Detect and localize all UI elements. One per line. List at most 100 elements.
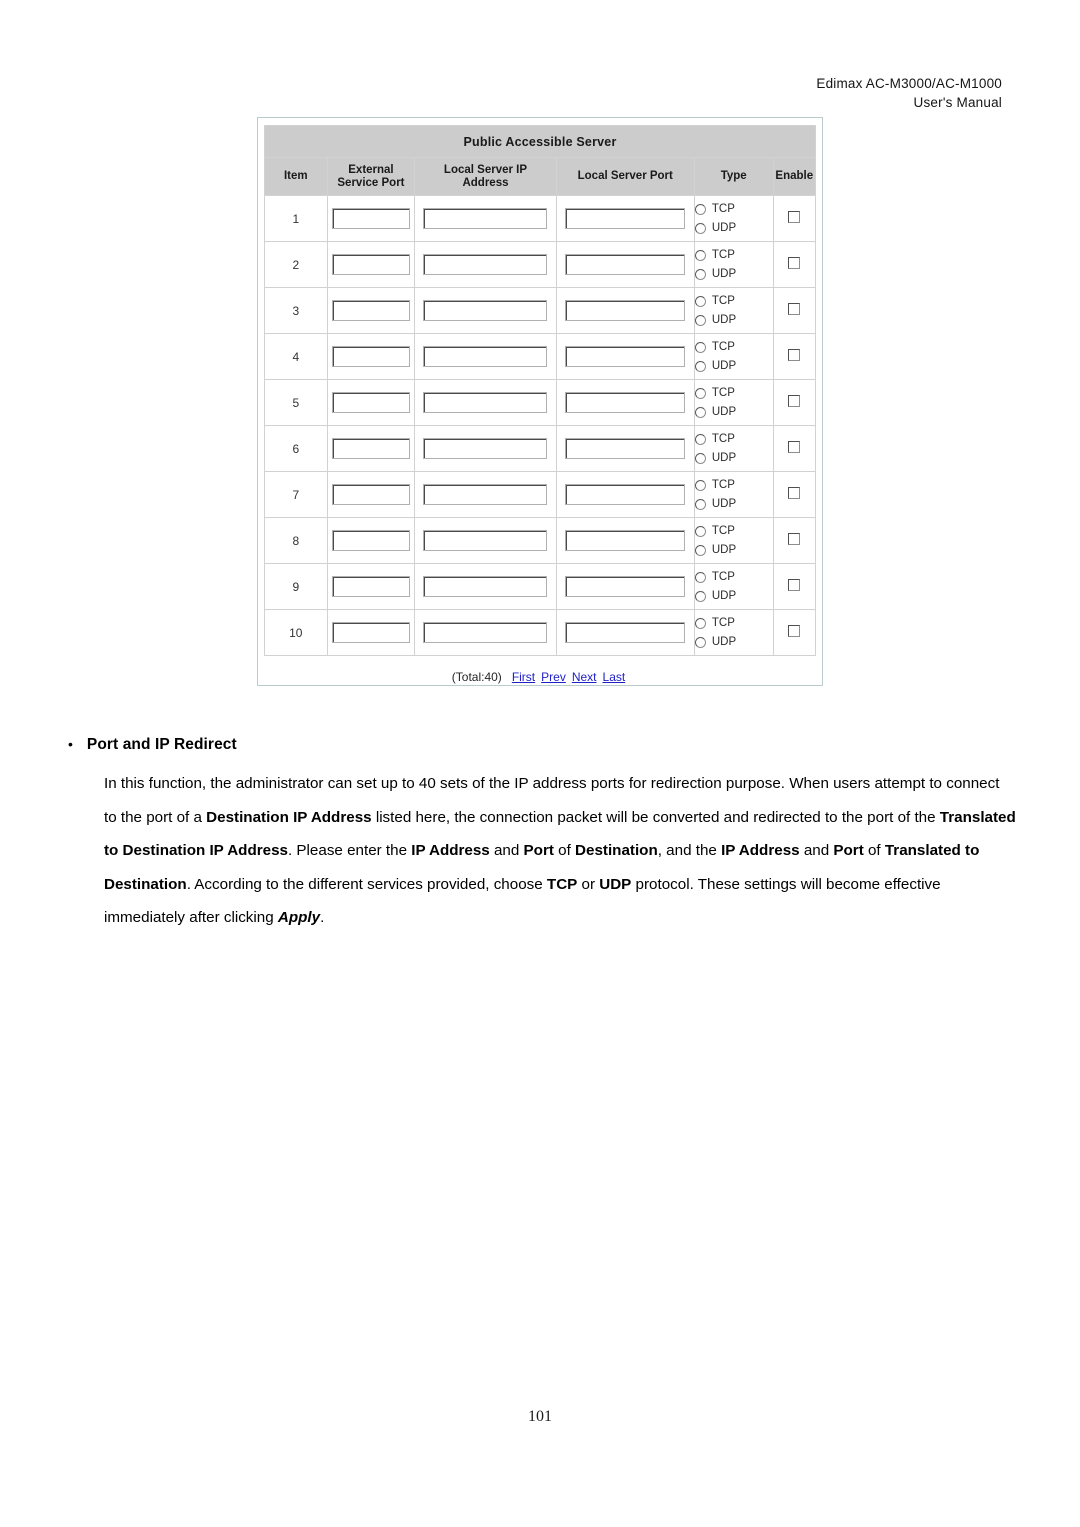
local-server-ip-input[interactable] bbox=[423, 208, 548, 229]
external-service-port-input[interactable] bbox=[331, 484, 410, 505]
cell-local-server-ip bbox=[414, 333, 557, 380]
enable-checkbox[interactable] bbox=[788, 441, 801, 453]
radio-tcp-icon[interactable] bbox=[694, 341, 706, 353]
pager-next-link[interactable]: Next bbox=[572, 670, 597, 684]
radio-udp-icon[interactable] bbox=[694, 636, 706, 648]
type-tcp-option[interactable]: TCP bbox=[694, 200, 773, 219]
para-text-9: . According to the different services pr… bbox=[186, 875, 547, 893]
radio-tcp-icon[interactable] bbox=[694, 295, 706, 307]
local-server-port-input[interactable] bbox=[565, 530, 686, 551]
local-server-port-input[interactable] bbox=[565, 300, 686, 321]
pager-prev-link[interactable]: Prev bbox=[541, 670, 566, 684]
type-tcp-option[interactable]: TCP bbox=[694, 246, 773, 265]
local-server-ip-input[interactable] bbox=[423, 392, 548, 413]
cell-enable bbox=[772, 333, 817, 380]
radio-tcp-icon[interactable] bbox=[694, 433, 706, 445]
local-server-ip-input[interactable] bbox=[423, 576, 548, 597]
enable-checkbox[interactable] bbox=[788, 349, 801, 361]
cell-local-server-port bbox=[555, 241, 695, 288]
radio-tcp-icon[interactable] bbox=[694, 203, 706, 215]
local-server-port-input[interactable] bbox=[565, 208, 686, 229]
local-server-ip-input[interactable] bbox=[423, 530, 548, 551]
column-header-enable: Enable bbox=[772, 157, 817, 196]
radio-udp-icon[interactable] bbox=[694, 268, 706, 280]
cell-external-service-port bbox=[326, 563, 416, 610]
type-udp-option[interactable]: UDP bbox=[694, 311, 773, 330]
external-service-port-input[interactable] bbox=[331, 576, 410, 597]
external-service-port-input[interactable] bbox=[331, 392, 410, 413]
para-text-5: of bbox=[553, 842, 576, 859]
external-service-port-input[interactable] bbox=[331, 254, 410, 275]
enable-checkbox[interactable] bbox=[788, 257, 801, 269]
enable-checkbox[interactable] bbox=[788, 487, 801, 499]
external-service-port-input[interactable] bbox=[331, 346, 410, 367]
local-server-ip-input[interactable] bbox=[423, 300, 548, 321]
local-server-port-input[interactable] bbox=[565, 346, 686, 367]
type-tcp-option[interactable]: TCP bbox=[694, 292, 773, 311]
type-udp-option[interactable]: UDP bbox=[694, 265, 773, 284]
type-tcp-option[interactable]: TCP bbox=[694, 476, 773, 495]
type-udp-option[interactable]: UDP bbox=[694, 219, 773, 238]
type-udp-option[interactable]: UDP bbox=[694, 495, 773, 514]
local-server-ip-input[interactable] bbox=[423, 438, 548, 459]
local-server-port-input[interactable] bbox=[565, 622, 686, 643]
cell-local-server-ip bbox=[414, 471, 557, 518]
local-server-ip-input[interactable] bbox=[423, 254, 548, 275]
type-udp-option[interactable]: UDP bbox=[694, 403, 773, 422]
type-udp-option[interactable]: UDP bbox=[694, 449, 773, 468]
local-server-port-input[interactable] bbox=[565, 254, 686, 275]
local-server-port-input[interactable] bbox=[565, 484, 686, 505]
radio-udp-icon[interactable] bbox=[694, 590, 706, 602]
type-udp-option[interactable]: UDP bbox=[694, 587, 773, 606]
type-tcp-option[interactable]: TCP bbox=[694, 568, 773, 587]
enable-checkbox[interactable] bbox=[788, 303, 801, 315]
external-service-port-input[interactable] bbox=[331, 622, 410, 643]
table-row: 5 TCP UDP bbox=[264, 379, 817, 426]
table-row: 2 TCP UDP bbox=[264, 241, 817, 288]
local-server-port-input[interactable] bbox=[565, 392, 686, 413]
type-udp-option[interactable]: UDP bbox=[694, 541, 773, 560]
local-server-ip-input[interactable] bbox=[423, 484, 548, 505]
radio-udp-icon[interactable] bbox=[694, 452, 706, 464]
enable-checkbox[interactable] bbox=[788, 533, 801, 545]
enable-checkbox[interactable] bbox=[788, 625, 801, 637]
radio-udp-icon[interactable] bbox=[694, 544, 706, 556]
type-tcp-label: TCP bbox=[711, 387, 735, 399]
external-service-port-input[interactable] bbox=[331, 530, 410, 551]
local-server-port-input[interactable] bbox=[565, 576, 686, 597]
type-tcp-option[interactable]: TCP bbox=[694, 384, 773, 403]
pager-first-link[interactable]: First bbox=[512, 670, 535, 684]
radio-tcp-icon[interactable] bbox=[694, 525, 706, 537]
type-tcp-option[interactable]: TCP bbox=[694, 338, 773, 357]
local-server-port-input[interactable] bbox=[565, 438, 686, 459]
radio-tcp-icon[interactable] bbox=[694, 479, 706, 491]
enable-checkbox[interactable] bbox=[788, 395, 801, 407]
radio-tcp-icon[interactable] bbox=[694, 249, 706, 261]
radio-udp-icon[interactable] bbox=[694, 314, 706, 326]
cell-external-service-port bbox=[326, 517, 416, 564]
external-service-port-input[interactable] bbox=[331, 300, 410, 321]
table-row: 10 TCP UDP bbox=[264, 609, 817, 656]
enable-checkbox[interactable] bbox=[788, 211, 801, 223]
radio-tcp-icon[interactable] bbox=[694, 571, 706, 583]
external-service-port-input[interactable] bbox=[331, 208, 410, 229]
local-server-ip-input[interactable] bbox=[423, 346, 548, 367]
cell-type: TCP UDP bbox=[693, 471, 774, 518]
radio-tcp-icon[interactable] bbox=[694, 387, 706, 399]
external-service-port-input[interactable] bbox=[331, 438, 410, 459]
radio-udp-icon[interactable] bbox=[694, 406, 706, 418]
section-heading: • Port and IP Redirect bbox=[68, 736, 1018, 754]
radio-udp-icon[interactable] bbox=[694, 498, 706, 510]
type-tcp-option[interactable]: TCP bbox=[694, 430, 773, 449]
row-item-number: 4 bbox=[264, 333, 328, 380]
type-udp-option[interactable]: UDP bbox=[694, 357, 773, 376]
radio-tcp-icon[interactable] bbox=[694, 617, 706, 629]
type-udp-option[interactable]: UDP bbox=[694, 633, 773, 652]
pager-last-link[interactable]: Last bbox=[603, 670, 626, 684]
radio-udp-icon[interactable] bbox=[694, 222, 706, 234]
radio-udp-icon[interactable] bbox=[694, 360, 706, 372]
local-server-ip-input[interactable] bbox=[423, 622, 548, 643]
enable-checkbox[interactable] bbox=[788, 579, 801, 591]
type-tcp-option[interactable]: TCP bbox=[694, 614, 773, 633]
type-tcp-option[interactable]: TCP bbox=[694, 522, 773, 541]
